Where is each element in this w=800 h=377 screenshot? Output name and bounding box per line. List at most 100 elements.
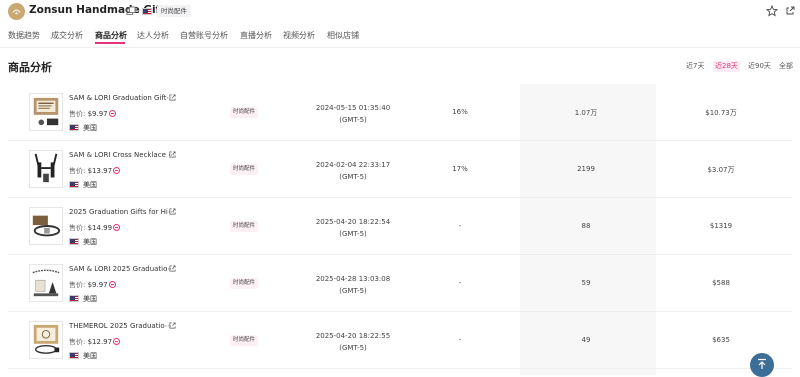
product-price: 售价: $14.99 — [69, 223, 121, 233]
price-value: $9.97 — [87, 110, 108, 118]
star-icon[interactable] — [766, 5, 778, 17]
tab-product-analysis[interactable]: 商品分析 — [95, 30, 127, 41]
price-value: $9.97 — [87, 281, 108, 289]
product-price: 售价: $12.97 — [69, 337, 121, 347]
price-label: 售价: — [69, 338, 86, 346]
external-link-icon[interactable] — [169, 322, 176, 329]
listing-time: 2025-04-20 18:22:54 (GMT-5) — [298, 216, 408, 240]
range-7-days[interactable]: 近7天 — [684, 61, 706, 72]
gmv-value: $10.73万 — [705, 109, 737, 117]
range-90-days[interactable]: 近90天 — [746, 61, 773, 72]
table-row[interactable]: SAM & LORI Cross Necklace ⋯ 售价: $13.97 美… — [8, 141, 792, 198]
listing-time: 2025-04-28 13:03:08 (GMT-5) — [298, 273, 408, 297]
product-thumbnail[interactable] — [29, 150, 63, 188]
tab-transaction-analysis[interactable]: 成交分析 — [51, 30, 83, 41]
price-trend-icon — [108, 110, 116, 117]
product-price: 售价: $9.97 — [69, 109, 116, 119]
price-value: $12.97 — [87, 338, 113, 346]
sales-count: 49 — [581, 336, 591, 344]
us-flag-icon — [69, 352, 79, 359]
product-category-badge: 时尚配件 — [230, 278, 259, 289]
product-name[interactable]: SAM & LORI Cross Necklace ⋯ — [69, 151, 175, 159]
conversion-rate: - — [458, 336, 462, 344]
product-name[interactable]: SAM & LORI 2025 Graduatio⋯ — [69, 265, 174, 273]
active-tab-indicator — [95, 42, 125, 44]
share-icon[interactable] — [785, 6, 795, 16]
tab-data-trend[interactable]: 数据趋势 — [8, 30, 40, 41]
back-to-top-button[interactable] — [750, 353, 774, 377]
timezone: (GMT-5) — [339, 344, 367, 352]
table-row[interactable]: SAM & LORI Graduation Gift⋯ 售价: $9.97 美国… — [8, 84, 792, 141]
tab-live-analysis[interactable]: 直播分析 — [240, 30, 272, 41]
listing-time: 2024-05-15 01:35:40 (GMT-5) — [298, 102, 408, 126]
sales-count: 88 — [581, 222, 591, 230]
country-name: 美国 — [83, 295, 97, 303]
gmv-value: $635 — [712, 336, 730, 344]
country-name: 美国 — [83, 124, 97, 132]
section-title: 商品分析 — [8, 61, 52, 74]
tab-similar-shops[interactable]: 相似店铺 — [327, 30, 359, 41]
product-name[interactable]: SAM & LORI Graduation Gift⋯ — [69, 94, 173, 102]
conversion-rate: 16% — [452, 108, 468, 116]
sales-count: 2199 — [577, 165, 595, 173]
range-all[interactable]: 全部 — [777, 61, 795, 72]
product-country: 美国 — [69, 123, 97, 133]
table-row[interactable]: THEMEROL 2025 Graduatio⋯ 售价: $12.97 美国 时… — [8, 312, 792, 369]
product-table: SAM & LORI Graduation Gift⋯ 售价: $9.97 美国… — [8, 84, 792, 375]
timezone: (GMT-5) — [339, 230, 367, 238]
listing-date: 2024-02-04 22:33:17 — [315, 161, 391, 169]
us-flag-icon — [69, 238, 79, 245]
timezone: (GMT-5) — [339, 287, 367, 295]
listing-time: 2024-02-04 22:33:17 (GMT-5) — [298, 159, 408, 183]
price-label: 售价: — [69, 281, 86, 289]
product-category-badge: 时尚配件 — [230, 107, 259, 118]
tabs-divider — [0, 47, 800, 48]
external-link-icon[interactable] — [169, 265, 176, 272]
shop-category-badge: 时尚配件 — [157, 5, 191, 17]
tab-self-account-analysis[interactable]: 自营账号分析 — [180, 30, 228, 41]
conversion-rate: 17% — [452, 165, 468, 173]
product-price: 售价: $9.97 — [69, 280, 116, 290]
listing-date: 2024-05-15 01:35:40 — [315, 104, 391, 112]
conversion-rate: - — [458, 222, 462, 230]
country-name: 美国 — [83, 181, 97, 189]
shop-logo-icon — [8, 3, 25, 20]
price-trend-icon — [113, 338, 121, 345]
sales-count: 1.07万 — [574, 109, 598, 117]
range-28-days[interactable]: 近28天 — [713, 61, 740, 72]
country-name: 美国 — [83, 352, 97, 360]
price-label: 售价: — [69, 224, 86, 232]
product-name[interactable]: 2025 Graduation Gifts for Hi⋯ — [69, 208, 175, 216]
conversion-rate: - — [458, 279, 462, 287]
product-country: 美国 — [69, 294, 97, 304]
copy-icon[interactable] — [126, 6, 136, 16]
price-label: 售价: — [69, 110, 86, 118]
tab-influencer-analysis[interactable]: 达人分析 — [137, 30, 169, 41]
timezone: (GMT-5) — [339, 116, 367, 124]
product-price: 售价: $13.97 — [69, 166, 121, 176]
back-to-top-icon — [758, 358, 766, 369]
product-thumbnail[interactable] — [29, 264, 63, 302]
price-trend-icon — [113, 167, 121, 174]
price-label: 售价: — [69, 167, 86, 175]
listing-date: 2025-04-28 13:03:08 — [315, 275, 391, 283]
table-row[interactable]: SAM & LORI 2025 Graduatio⋯ 售价: $9.97 美国 … — [8, 255, 792, 312]
table-row[interactable]: 2025 Graduation Gifts for Hi⋯ 售价: $14.99… — [8, 198, 792, 255]
sales-count: 59 — [581, 279, 591, 287]
product-category-badge: 时尚配件 — [230, 335, 259, 346]
listing-time: 2025-04-20 18:22:55 (GMT-5) — [298, 330, 408, 354]
price-value: $13.97 — [87, 167, 113, 175]
external-link-icon[interactable] — [169, 94, 176, 101]
tab-video-analysis[interactable]: 视频分析 — [283, 30, 315, 41]
product-category-badge: 时尚配件 — [230, 221, 259, 232]
product-thumbnail[interactable] — [29, 93, 63, 131]
product-thumbnail[interactable] — [29, 207, 63, 245]
product-thumbnail[interactable] — [29, 321, 63, 359]
product-name[interactable]: THEMEROL 2025 Graduatio⋯ — [69, 322, 172, 330]
us-flag-icon — [69, 124, 79, 131]
external-link-icon[interactable] — [169, 151, 176, 158]
price-trend-icon — [108, 281, 116, 288]
price-value: $14.99 — [87, 224, 113, 232]
product-country: 美国 — [69, 237, 97, 247]
external-link-icon[interactable] — [169, 208, 176, 215]
